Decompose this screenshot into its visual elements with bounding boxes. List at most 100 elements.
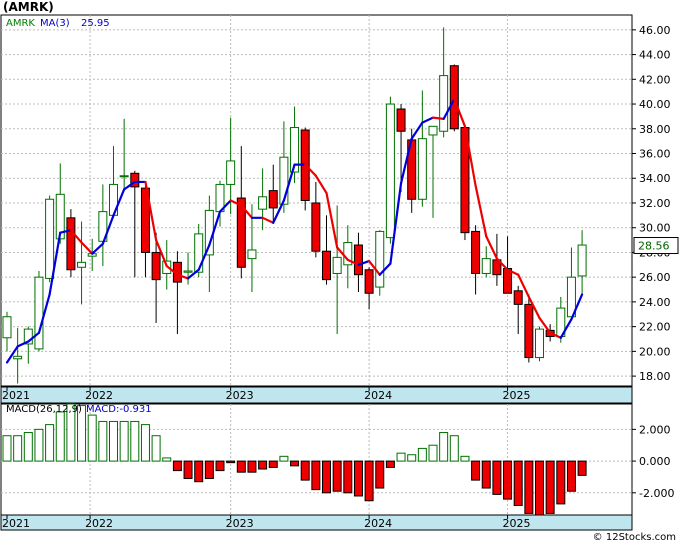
macd-bar [417,447,427,462]
macd-bar [332,460,342,492]
macd-bar [34,428,44,462]
x-axis-label-2: 2025 [503,517,531,530]
candle-down [311,202,321,252]
price-tick-label: 32.00 [639,197,671,210]
macd-tick-label: 0.000 [639,455,671,468]
macd-bar [13,435,23,462]
price-tick-label: 18.00 [639,370,671,383]
last-price-label: 28.56 [638,240,670,253]
macd-bar [236,460,246,473]
candle-up [577,244,587,277]
macd-bar [471,460,481,481]
macd-bar [513,460,523,506]
macd-bar [215,460,225,472]
x-axis-label: 2023 [226,389,254,402]
candle-up [247,249,257,260]
macd-bar [183,460,193,480]
macd-bar [300,460,310,481]
macd-tick-label: 2.000 [639,423,671,436]
macd-bar [566,460,576,492]
chart-svg: 18.0020.0022.0024.0026.0028.0030.0032.00… [0,14,679,531]
legend-ma-label: MA(3) [40,18,70,29]
macd-bar [87,414,97,462]
macd-bar [247,460,257,473]
candle-up [13,355,23,360]
price-tick-label: 46.00 [639,24,671,37]
candle-up [119,175,129,178]
x-axis-label: 2021 [2,389,30,402]
price-tick-label: 26.00 [639,271,671,284]
candle-down [396,108,406,132]
macd-bar [577,460,587,476]
macd-bar [130,420,140,462]
candle-up [194,233,204,273]
candle-down [471,230,481,274]
candle-down [353,244,363,276]
macd-bar [290,460,300,467]
macd-bar [45,424,55,462]
ma3-segment [431,116,445,120]
candle-up [34,276,44,350]
macd-bar [311,460,321,491]
macd-bar [2,435,12,462]
macd-bar [343,460,353,494]
macd-bar [481,460,491,489]
macd-bar [503,460,513,500]
macd-bar [439,432,449,462]
macd-bar [364,460,374,502]
macd-tick-label: -2.000 [639,487,674,500]
macd-bar [268,460,278,468]
candle-up [258,196,268,210]
macd-bar [23,432,33,462]
price-tick-label: 34.00 [639,172,671,185]
candle-down [322,250,331,281]
macd-bar [226,460,236,464]
candle-up [77,261,87,268]
macd-label: MACD(26,12,9) [6,404,82,415]
legend-ma-value: 25.95 [81,18,110,29]
macd-bar [258,460,268,470]
macd-bar [162,457,172,462]
candle-up [45,198,55,279]
candle-down [364,269,374,294]
legend-ticker: AMRK [6,18,35,29]
price-tick-label: 30.00 [639,222,671,235]
candle-down [151,251,161,281]
macd-bar [375,460,385,489]
macd-bar [556,460,566,505]
macd-bar [119,420,129,462]
x-axis-label-2: 2021 [2,517,30,530]
candle-up [2,316,12,339]
price-tick-label: 36.00 [639,148,671,161]
footer-watermark: © 12Stocks.com [592,532,676,543]
price-tick-label: 42.00 [639,73,671,86]
macd-bar [396,452,406,462]
macd-bar [428,444,438,462]
candle-down [66,217,76,271]
price-tick-label: 40.00 [639,98,671,111]
macd-bar [98,420,108,462]
x-axis-label-2: 2023 [226,517,254,530]
candle-down [524,303,534,359]
macd-bar [151,435,161,462]
price-tick-label: 20.00 [639,345,671,358]
price-tick-label: 38.00 [639,123,671,136]
x-axis-label: 2025 [503,389,531,402]
candle-up [481,258,491,274]
macd-bar [322,460,331,494]
candle-up [428,125,438,136]
candle-up [417,138,427,200]
price-tick-label: 44.00 [639,49,671,62]
macd-bar [492,460,502,495]
macd-bar [204,460,214,480]
x-axis-label: 2022 [85,389,113,402]
macd-bar [407,454,417,462]
macd-bar [172,460,182,472]
stock-chart: (AMRK) 18.0020.0022.0024.0026.0028.0030.… [0,0,680,546]
macd-bar [279,455,289,462]
price-tick-label: 22.00 [639,321,671,334]
macd-bar [535,460,544,516]
candle-up [332,256,342,274]
macd-bar [55,411,65,462]
candle-up [183,270,193,273]
